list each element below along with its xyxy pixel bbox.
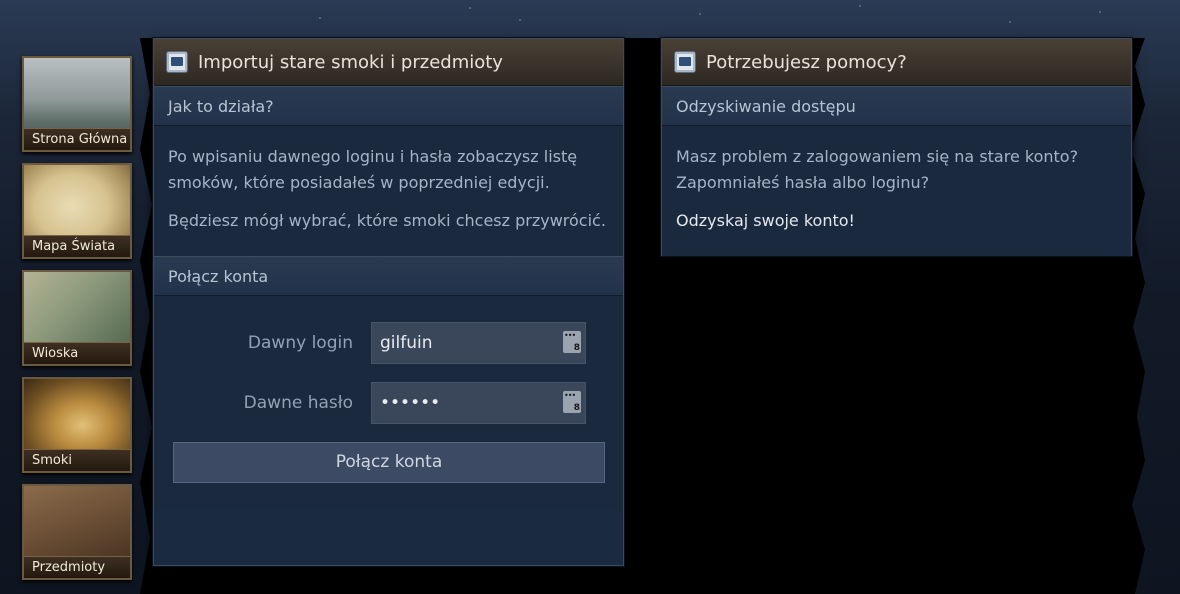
account-recovery-text: Masz problem z zalogowaniem się na stare… [662,126,1131,256]
sidebar-item-dragons[interactable]: Smoki [22,377,132,473]
old-login-input[interactable] [371,322,586,364]
connect-accounts-header: Połącz konta [154,256,623,296]
sidebar-item-label: Wioska [24,342,130,364]
sidebar-item-home[interactable]: Strona Główna [22,56,132,152]
how-it-works-header: Jak to działa? [154,86,623,126]
connect-accounts-form: Dawny login Dawne hasło Połącz konta [154,296,623,510]
account-recovery-header: Odzyskiwanie dostępu [662,86,1131,126]
password-manager-icon[interactable] [563,331,581,353]
sidebar-item-items[interactable]: Przedmioty [22,484,132,580]
description-paragraph: Po wpisaniu dawnego loginu i hasła zobac… [168,147,578,192]
help-panel-header: Potrzebujesz pomocy? [662,39,1131,86]
sidebar-item-label: Przedmioty [24,556,130,578]
book-icon [166,51,188,73]
sidebar-item-label: Strona Główna [24,128,130,150]
password-row: Dawne hasło [173,382,604,424]
description-paragraph: Będziesz mógł wybrać, które smoki chcesz… [168,211,606,230]
sidebar-item-label: Smoki [24,449,130,471]
sidebar-item-label: Mapa Świata [24,235,130,257]
help-panel-title: Potrzebujesz pomocy? [706,51,907,73]
sidebar: Strona Główna Mapa Świata Wioska Smoki P… [22,56,134,591]
sidebar-item-world-map[interactable]: Mapa Świata [22,163,132,259]
login-field-wrapper [371,322,586,364]
import-panel: Importuj stare smoki i przedmioty Jak to… [153,38,624,566]
connect-accounts-button[interactable]: Połącz konta [173,442,605,483]
import-panel-header: Importuj stare smoki i przedmioty [154,39,623,86]
import-panel-title: Importuj stare smoki i przedmioty [198,51,503,73]
recovery-description: Masz problem z zalogowaniem się na stare… [676,147,1079,192]
login-label: Dawny login [247,333,353,353]
password-label: Dawne hasło [243,393,353,413]
password-field-wrapper [371,382,586,424]
old-password-input[interactable] [371,382,586,424]
how-it-works-text: Po wpisaniu dawnego loginu i hasła zobac… [154,126,623,256]
password-manager-icon[interactable] [563,391,581,413]
help-panel: Potrzebujesz pomocy? Odzyskiwanie dostęp… [661,38,1132,256]
recover-account-link[interactable]: Odzyskaj swoje konto! [676,208,1117,234]
book-icon [674,51,696,73]
login-row: Dawny login [173,322,604,364]
sidebar-item-village[interactable]: Wioska [22,270,132,366]
